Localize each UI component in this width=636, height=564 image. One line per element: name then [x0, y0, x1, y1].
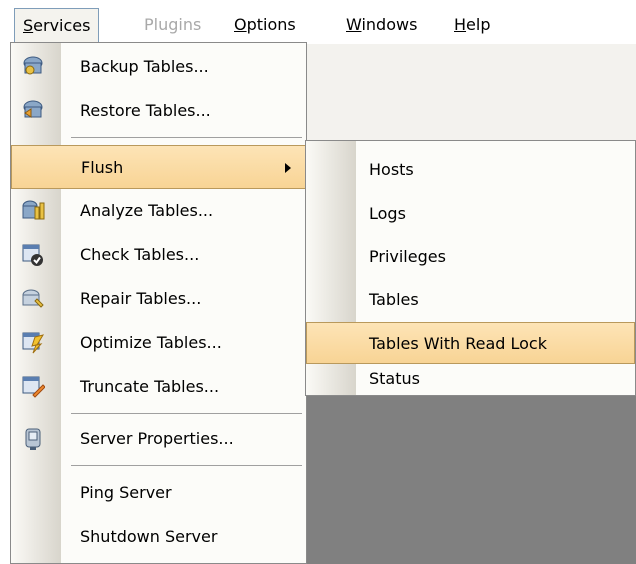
shutdown-server-label: Shutdown Server — [80, 527, 218, 546]
mnemonic-s: S — [23, 16, 34, 35]
backup-tables-icon — [23, 56, 43, 75]
flush-submenu: Hosts Logs Privileges Tables Tables With… — [305, 140, 636, 396]
optimize-tables-label: Optimize Tables... — [80, 333, 222, 352]
menu-windows-label: indows — [361, 15, 418, 34]
flush-status-label: Status — [369, 369, 420, 388]
menu-services[interactable]: Services — [14, 8, 100, 42]
menu-services-label: ervices — [33, 16, 91, 35]
backup-tables-item[interactable]: Backup Tables... — [11, 45, 306, 89]
server-properties-icon — [25, 428, 41, 450]
menu-plugins[interactable]: Plugins — [136, 8, 209, 42]
truncate-tables-label: Truncate Tables... — [80, 377, 220, 396]
flush-logs-label: Logs — [369, 204, 406, 223]
mnemonic-w: W — [346, 15, 362, 34]
shutdown-server-item[interactable]: Shutdown Server — [11, 515, 306, 559]
analyze-tables-label: Analyze Tables... — [80, 201, 214, 220]
server-properties-label: Server Properties... — [80, 429, 234, 448]
menu-separator — [71, 137, 302, 138]
flush-privileges-item[interactable]: Privileges — [306, 236, 635, 278]
truncate-tables-item[interactable]: Truncate Tables... — [11, 365, 306, 409]
check-tables-icon — [22, 244, 43, 266]
flush-tables-with-read-lock-item[interactable]: Tables With Read Lock — [306, 322, 635, 364]
menu-plugins-label: Plugins — [144, 15, 202, 34]
workspace-client-area — [305, 396, 636, 564]
menu-separator — [71, 413, 302, 414]
repair-tables-item[interactable]: Repair Tables... — [11, 277, 306, 321]
menu-bar: Services Plugins Options Windows Help — [0, 0, 636, 44]
optimize-tables-icon — [22, 332, 45, 354]
menu-help[interactable]: Help — [446, 8, 498, 42]
truncate-tables-icon — [22, 376, 45, 398]
flush-label: Flush — [81, 158, 124, 177]
workspace-toolbar-area — [305, 44, 636, 140]
flush-item[interactable]: Flush — [11, 145, 306, 189]
restore-tables-label: Restore Tables... — [80, 101, 211, 120]
menu-separator — [71, 465, 302, 466]
flush-tables-label: Tables — [369, 290, 419, 309]
mnemonic-h: H — [454, 15, 467, 34]
optimize-tables-item[interactable]: Optimize Tables... — [11, 321, 306, 365]
check-tables-item[interactable]: Check Tables... — [11, 233, 306, 277]
menu-windows[interactable]: Windows — [338, 8, 425, 42]
server-properties-item[interactable]: Server Properties... — [11, 417, 306, 461]
flush-tables-with-read-lock-label: Tables With Read Lock — [369, 334, 547, 353]
flush-hosts-item[interactable]: Hosts — [306, 149, 635, 191]
ping-server-label: Ping Server — [80, 483, 172, 502]
menu-help-label: elp — [466, 15, 491, 34]
backup-tables-label: Backup Tables... — [80, 57, 209, 76]
flush-privileges-label: Privileges — [369, 247, 446, 266]
flush-tables-item[interactable]: Tables — [306, 279, 635, 321]
analyze-tables-icon — [22, 200, 45, 220]
analyze-tables-item[interactable]: Analyze Tables... — [11, 189, 306, 233]
menu-options[interactable]: Options — [226, 8, 304, 42]
check-tables-label: Check Tables... — [80, 245, 200, 264]
repair-tables-icon — [22, 289, 44, 308]
restore-tables-icon — [23, 100, 43, 118]
flush-status-item[interactable]: Status — [306, 364, 635, 394]
menu-options-label: ptions — [246, 15, 296, 34]
flush-hosts-label: Hosts — [369, 160, 414, 179]
mnemonic-o: O — [234, 15, 247, 34]
ping-server-item[interactable]: Ping Server — [11, 471, 306, 515]
repair-tables-label: Repair Tables... — [80, 289, 202, 308]
services-dropdown: Backup Tables... Restore Tables... Flush… — [10, 42, 307, 564]
flush-logs-item[interactable]: Logs — [306, 193, 635, 235]
submenu-arrow-icon — [285, 163, 291, 173]
restore-tables-item[interactable]: Restore Tables... — [11, 89, 306, 133]
